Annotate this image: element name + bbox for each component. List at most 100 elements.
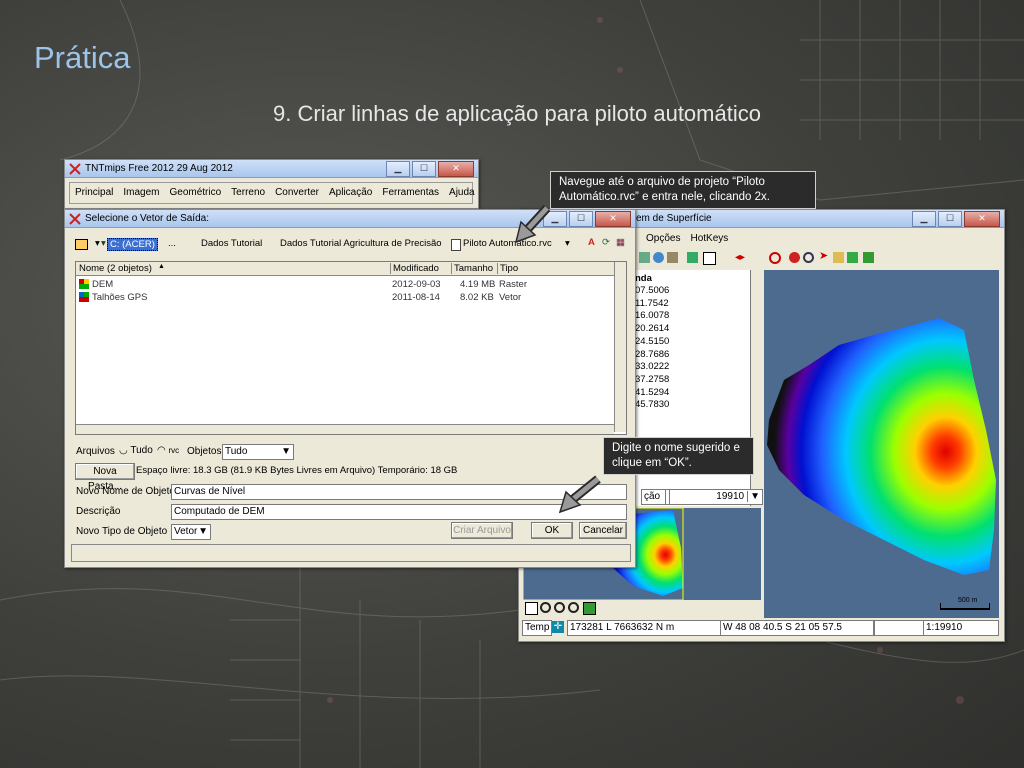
zoom-in-icon[interactable]: [540, 602, 551, 613]
dialog-title: Selecione o Vetor de Saída:: [85, 213, 209, 224]
file-size: 8.02 KB: [460, 292, 494, 303]
descricao-input[interactable]: Computado de DEM: [171, 504, 627, 520]
grid-icon[interactable]: [687, 252, 698, 263]
cursor-icon[interactable]: ➤: [819, 251, 830, 262]
path-ellipsis[interactable]: ...: [168, 238, 176, 249]
vector-icon: [79, 292, 89, 302]
menu-hotkeys[interactable]: HotKeys: [685, 233, 733, 244]
free-space-text: Espaço livre: 18.3 GB (81.9 KB Bytes Liv…: [136, 465, 458, 476]
select-vector-dialog: Selecione o Vetor de Saída: ▁ ☐ ✕ ▾ C: (…: [64, 209, 636, 568]
path-dropdown-icon[interactable]: ▾: [95, 238, 100, 249]
tools-icon[interactable]: A: [588, 237, 595, 248]
tntmips-main-window: TNTmips Free 2012 29 Aug 2012 ▁ ☐ ✕ Prin…: [64, 159, 479, 209]
menu-item-principal[interactable]: Principal: [70, 183, 118, 203]
main-titlebar: TNTmips Free 2012 29 Aug 2012 ▁ ☐ ✕: [65, 160, 478, 178]
menu-item-terreno[interactable]: Terreno: [226, 183, 270, 203]
callout-name: Digite o nome sugerido e clique em “OK”.: [603, 437, 754, 475]
folder-icon[interactable]: [75, 239, 88, 250]
rvc-radio[interactable]: ◠ rvc: [157, 445, 179, 456]
menu-item-ferramentas[interactable]: Ferramentas: [377, 183, 444, 203]
file-type: Raster: [499, 279, 527, 290]
callout-navigate: Navegue até o arquivo de projeto “Piloto…: [550, 171, 816, 209]
novo-nome-input[interactable]: Curvas de Nível: [171, 484, 627, 500]
close-icon[interactable]: ✕: [595, 211, 631, 227]
novo-nome-label: Novo Nome de Objeto: [76, 486, 175, 497]
maximize-icon[interactable]: ☐: [938, 211, 962, 227]
pointer-icon[interactable]: ◂▸: [735, 252, 746, 263]
menu-item-aplicao[interactable]: Aplicação: [324, 183, 377, 203]
legend-value: 45.7830: [635, 399, 670, 411]
scale-combo[interactable]: 19910 ▼: [669, 489, 763, 505]
legend-icon[interactable]: [703, 252, 716, 265]
path-agricultura[interactable]: Dados Tutorial Agricultura de Precisão: [280, 238, 442, 249]
legend-value: 37.2758: [635, 373, 670, 385]
nova-pasta-button[interactable]: Nova Pasta...: [75, 463, 135, 492]
legend-value: 24.5150: [635, 335, 670, 347]
legend-value: 16.0078: [635, 310, 670, 322]
path-sep-icons: ▾: [101, 238, 106, 249]
overview-toolbar: [523, 601, 623, 615]
minimize-icon[interactable]: ▁: [543, 211, 567, 227]
menu-item-converter[interactable]: Converter: [270, 183, 324, 203]
path-tutorial[interactable]: Dados Tutorial: [201, 238, 262, 249]
dialog-status-strip: [71, 544, 631, 562]
status-bar: Temp ✛ 173281 L 7663632 N m W 48 08 40.5…: [522, 620, 1000, 636]
zoom-extent-icon[interactable]: [554, 602, 565, 613]
edit-icon[interactable]: [847, 252, 858, 263]
path-arrow-down-icon[interactable]: ▾: [565, 238, 570, 249]
menu-item-geomtrico[interactable]: Geométrico: [164, 183, 226, 203]
col-type[interactable]: Tipo: [497, 263, 518, 274]
layer-icon[interactable]: [639, 252, 650, 263]
magnifier-icon[interactable]: [803, 252, 814, 263]
novo-tipo-select[interactable]: Vetor ▼: [171, 524, 211, 540]
tntmips-logo-icon: [69, 162, 81, 175]
slide-subtitle: 9. Criar linhas de aplicação para piloto…: [273, 101, 761, 126]
crosshair-icon[interactable]: ✛: [552, 621, 564, 633]
col-size[interactable]: Tamanho: [451, 263, 493, 274]
globe-icon[interactable]: [653, 252, 664, 263]
file-list-header: Nome (2 objetos) ▲ Modificado Tamanho Ti…: [76, 262, 626, 276]
image-icon[interactable]: [863, 252, 874, 263]
maximize-icon[interactable]: ☐: [412, 161, 436, 177]
overview-image-icon[interactable]: [583, 602, 596, 615]
path-drive[interactable]: C: (ACER): [107, 238, 158, 251]
objetos-select[interactable]: Tudo ▼: [222, 444, 294, 460]
surface-map-canvas[interactable]: 500 m: [764, 270, 999, 618]
cancelar-button[interactable]: Cancelar: [579, 522, 627, 539]
minimize-icon[interactable]: ▁: [386, 161, 410, 177]
stop-icon[interactable]: [769, 252, 781, 264]
pencil-icon[interactable]: [833, 252, 844, 263]
file-name: DEM: [92, 279, 114, 290]
status-coords: 173281 L 7663632 N m: [567, 620, 721, 636]
col-name[interactable]: Nome (2 objetos): [79, 263, 152, 274]
legend-toggle-icon[interactable]: [525, 602, 538, 615]
legend-value: 41.5294: [635, 386, 670, 398]
rvc-file-icon: [451, 239, 461, 251]
file-list-vscrollbar[interactable]: [614, 262, 626, 432]
file-type: Vetor: [499, 292, 522, 303]
menu-item-ajuda[interactable]: Ajuda: [444, 183, 480, 203]
ok-button[interactable]: OK: [531, 522, 573, 539]
tudo-radio[interactable]: ◡ Tudo: [119, 445, 153, 456]
dialog-titlebar: Selecione o Vetor de Saída: ▁ ☐ ✕: [65, 210, 635, 228]
legend-value: 33.0222: [635, 361, 670, 373]
tools-icon[interactable]: [667, 252, 678, 263]
menu-item-imagem[interactable]: Imagem: [118, 183, 164, 203]
close-icon[interactable]: ✕: [438, 161, 474, 177]
descricao-label: Descrição: [76, 506, 121, 517]
minimize-icon[interactable]: ▁: [912, 211, 936, 227]
grid-view-icon[interactable]: ▦: [616, 237, 625, 248]
col-modified[interactable]: Modificado: [390, 263, 439, 274]
menu-opcoes[interactable]: Opções: [641, 233, 685, 244]
raster-icon: [79, 279, 89, 289]
zoom-out-icon[interactable]: [789, 252, 800, 263]
close-icon[interactable]: ✕: [964, 211, 1000, 227]
search-icon[interactable]: [568, 602, 579, 613]
file-list-hscrollbar[interactable]: [76, 424, 614, 434]
maximize-icon[interactable]: ☐: [569, 211, 593, 227]
file-row[interactable]: DEM 2012-09-03 4.19 MB Raster: [76, 278, 614, 291]
refresh-icon[interactable]: ⟳: [602, 237, 610, 248]
path-project-file[interactable]: Piloto Automático.rvc: [463, 238, 552, 249]
criar-arquivo-button[interactable]: Criar Arquivo: [451, 522, 513, 539]
file-row[interactable]: Talhões GPS 2011-08-14 8.02 KB Vetor: [76, 291, 614, 304]
